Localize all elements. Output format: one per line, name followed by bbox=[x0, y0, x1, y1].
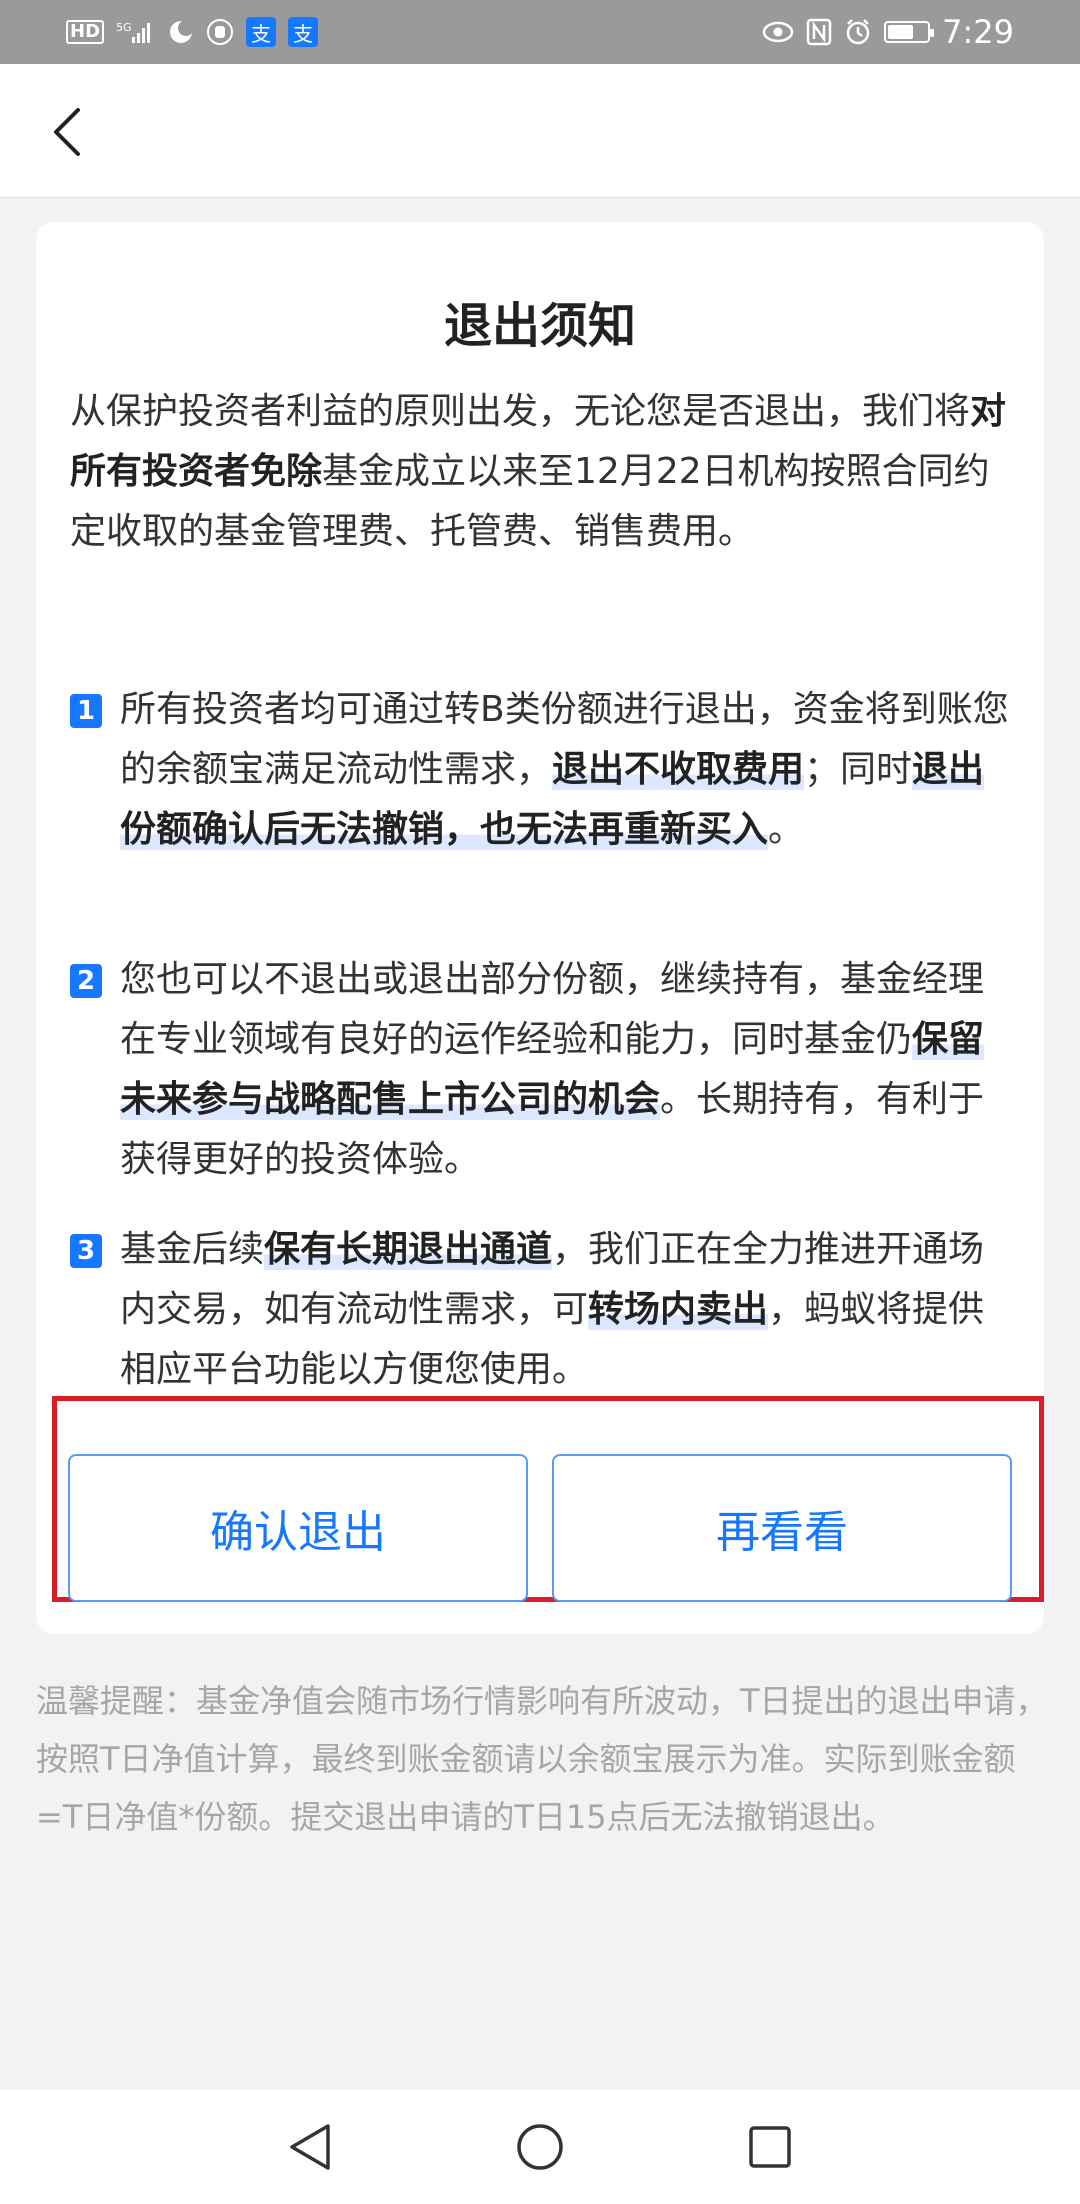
alipay-icon: 支 bbox=[246, 17, 277, 47]
app-header bbox=[0, 64, 1080, 198]
back-triangle-icon bbox=[290, 2124, 330, 2170]
item-highlight: 转场内卖出 bbox=[588, 1289, 769, 1330]
recents-square-icon bbox=[749, 2126, 791, 2168]
nav-home-button[interactable] bbox=[510, 2117, 570, 2177]
alarm-icon bbox=[844, 18, 872, 46]
battery-icon bbox=[884, 21, 935, 43]
moon-icon bbox=[168, 19, 195, 45]
alipay-icon: 支 bbox=[288, 17, 319, 47]
card-title: 退出须知 bbox=[443, 298, 636, 354]
back-button[interactable] bbox=[36, 102, 96, 162]
nav-back-button[interactable] bbox=[280, 2117, 340, 2177]
item-highlight: 保有长期退出通道 bbox=[264, 1229, 553, 1270]
item-number-badge: 2 bbox=[70, 964, 102, 998]
hand-icon bbox=[206, 18, 234, 46]
item-number-badge: 3 bbox=[70, 1234, 102, 1268]
5g-signal-icon: 5G bbox=[116, 19, 156, 45]
item-text-part: ；同时 bbox=[804, 749, 913, 790]
reminder-text: 温馨提醒：基金净值会随市场行情影响有所波动，T日提出的退出申请，按照T日净值计算… bbox=[36, 1682, 1048, 1836]
svg-text:5G: 5G bbox=[116, 21, 132, 34]
item-text: 所有投资者均可通过转B类份额进行退出，资金将到账您的余额宝满足流动性需求，退出不… bbox=[120, 680, 1010, 860]
nfc-icon bbox=[806, 18, 832, 46]
status-right-icons: 7:29 bbox=[762, 13, 1014, 51]
item-text-part: 基金后续 bbox=[120, 1229, 265, 1270]
status-bar: HD 5G 支 支 7:29 bbox=[0, 0, 1080, 64]
eye-icon bbox=[762, 21, 794, 43]
exit-notice-card: 退出须知 从保护投资者利益的原则出发，无论您是否退出，我们将对所有投资者免除基金… bbox=[36, 222, 1044, 1634]
intro-paragraph: 从保护投资者利益的原则出发，无论您是否退出，我们将对所有投资者免除基金成立以来至… bbox=[70, 382, 1010, 562]
status-left-icons: HD 5G 支 支 bbox=[66, 17, 319, 47]
confirm-exit-button[interactable]: 确认退出 bbox=[68, 1454, 528, 1602]
look-again-button[interactable]: 再看看 bbox=[552, 1454, 1012, 1602]
nav-recents-button[interactable] bbox=[740, 2117, 800, 2177]
home-circle-icon bbox=[517, 2124, 563, 2170]
item-number-badge: 1 bbox=[70, 694, 102, 728]
item-text: 基金后续保有长期退出通道，我们正在全力推进开通场内交易，如有流动性需求，可转场内… bbox=[120, 1220, 1010, 1400]
item-text: 您也可以不退出或退出部分份额，继续持有，基金经理在专业领域有良好的运作经验和能力… bbox=[120, 950, 1010, 1190]
intro-text: 从保护投资者利益的原则出发，无论您是否退出，我们将 bbox=[70, 391, 971, 432]
hd-icon: HD bbox=[66, 20, 105, 44]
system-nav-bar bbox=[0, 2090, 1080, 2204]
chevron-left-icon bbox=[54, 108, 80, 156]
status-time: 7:29 bbox=[942, 13, 1014, 51]
item-text-part: 。 bbox=[768, 809, 805, 850]
item-highlight: 退出不收取费用 bbox=[552, 749, 805, 790]
item-text-part: 您也可以不退出或退出部分份额，继续持有，基金经理在专业领域有良好的运作经验和能力… bbox=[120, 959, 985, 1060]
